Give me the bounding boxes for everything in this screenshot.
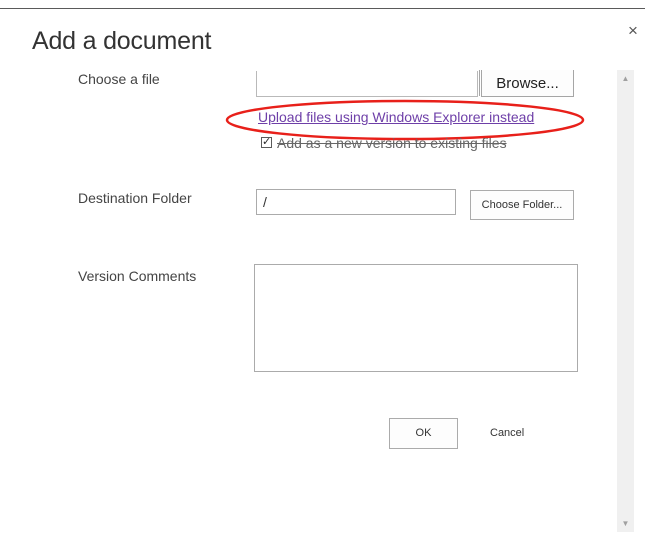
dialog-title: Add a document — [32, 27, 212, 55]
cancel-button[interactable]: Cancel — [490, 427, 524, 439]
upload-windows-explorer-link[interactable]: Upload files using Windows Explorer inst… — [258, 109, 534, 125]
choose-folder-button[interactable]: Choose Folder... — [470, 190, 574, 220]
add-version-checkbox[interactable]: ✓ — [261, 137, 272, 148]
version-comments-textarea[interactable] — [254, 264, 578, 372]
close-icon[interactable]: × — [625, 22, 641, 40]
choose-file-label: Choose a file — [78, 71, 160, 87]
file-path-input[interactable] — [256, 71, 478, 97]
destination-folder-label: Destination Folder — [78, 190, 192, 206]
version-comments-label: Version Comments — [78, 268, 197, 284]
browse-button[interactable]: Browse... — [479, 70, 574, 97]
scroll-up-icon[interactable]: ▲ — [617, 70, 634, 87]
top-divider — [0, 8, 645, 9]
add-version-label: Add as a new version to existing files — [277, 135, 507, 151]
ok-button[interactable]: OK — [389, 418, 458, 449]
scroll-down-icon[interactable]: ▼ — [617, 515, 634, 532]
dialog-scrollbar[interactable]: ▲ ▼ — [617, 70, 634, 532]
destination-folder-input[interactable]: / — [256, 189, 456, 215]
